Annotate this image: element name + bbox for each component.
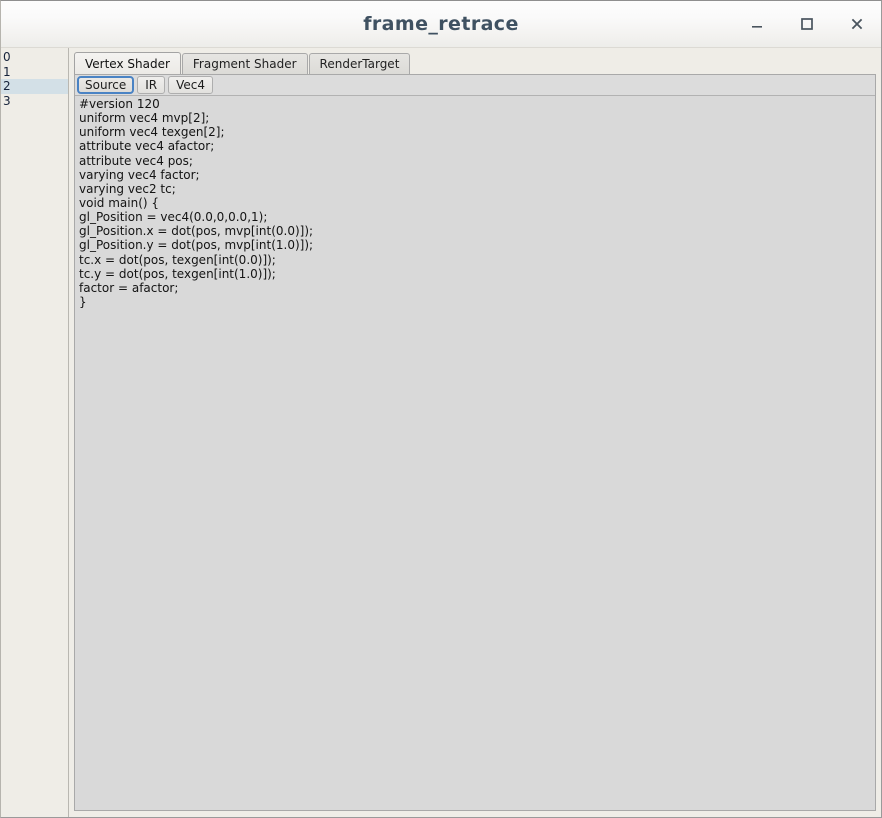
source-line: gl_Position.x = dot(pos, mvp[int(0.0)]);: [79, 224, 314, 239]
minimize-button[interactable]: [743, 10, 771, 38]
source-line: gl_Position.y = dot(pos, mvp[int(1.0)]);: [79, 238, 314, 253]
source-line: uniform vec4 mvp[2];: [79, 111, 210, 126]
shader-view-tab-bar: Source IR Vec4: [75, 75, 875, 96]
window-body: 0 1 2 3 Vertex Shader Fragment Shader Re…: [1, 48, 881, 817]
application-window: frame_retrace 0 1 2 3 Vertex Shader Frag…: [0, 0, 882, 818]
vertex-shader-pane: Source IR Vec4 #version 120 uniform vec4…: [74, 74, 876, 811]
sidebar-item-2[interactable]: 2: [1, 79, 68, 94]
source-line: void main() {: [79, 195, 160, 210]
source-line: varying vec2 tc;: [79, 181, 176, 196]
maximize-button[interactable]: [793, 10, 821, 38]
source-line: #version 120: [79, 97, 160, 111]
source-line: attribute vec4 afactor;: [79, 139, 215, 154]
source-line: tc.y = dot(pos, texgen[int(1.0)]);: [79, 266, 276, 281]
source-line: attribute vec4 pos;: [79, 153, 193, 168]
tab-vec4[interactable]: Vec4: [168, 76, 214, 94]
window-controls: [743, 1, 871, 47]
source-line: tc.x = dot(pos, texgen[int(0.0)]);: [79, 252, 276, 267]
sidebar-item-0[interactable]: 0: [1, 50, 68, 65]
window-title: frame_retrace: [363, 13, 519, 35]
source-line: gl_Position = vec4(0.0,0,0.0,1);: [79, 210, 268, 225]
sidebar-item-1[interactable]: 1: [1, 65, 68, 80]
close-button[interactable]: [843, 10, 871, 38]
source-line: factor = afactor;: [79, 280, 179, 295]
sidebar-list[interactable]: 0 1 2 3: [1, 48, 69, 817]
tab-render-target[interactable]: RenderTarget: [308, 53, 411, 74]
tab-vertex-shader[interactable]: Vertex Shader: [74, 52, 181, 74]
source-line: varying vec4 factor;: [79, 167, 200, 182]
main-panel: Vertex Shader Fragment Shader RenderTarg…: [69, 48, 881, 817]
tab-source[interactable]: Source: [77, 76, 135, 94]
source-line: }: [79, 294, 87, 309]
shader-source-view[interactable]: #version 120 uniform vec4 mvp[2]; unifor…: [75, 96, 875, 810]
shader-tab-bar: Vertex Shader Fragment Shader RenderTarg…: [74, 52, 876, 74]
tab-fragment-shader[interactable]: Fragment Shader: [181, 53, 308, 74]
tab-ir[interactable]: IR: [137, 76, 166, 94]
title-bar[interactable]: frame_retrace: [1, 1, 881, 48]
sidebar-item-3[interactable]: 3: [1, 94, 68, 109]
source-line: uniform vec4 texgen[2];: [79, 125, 225, 140]
